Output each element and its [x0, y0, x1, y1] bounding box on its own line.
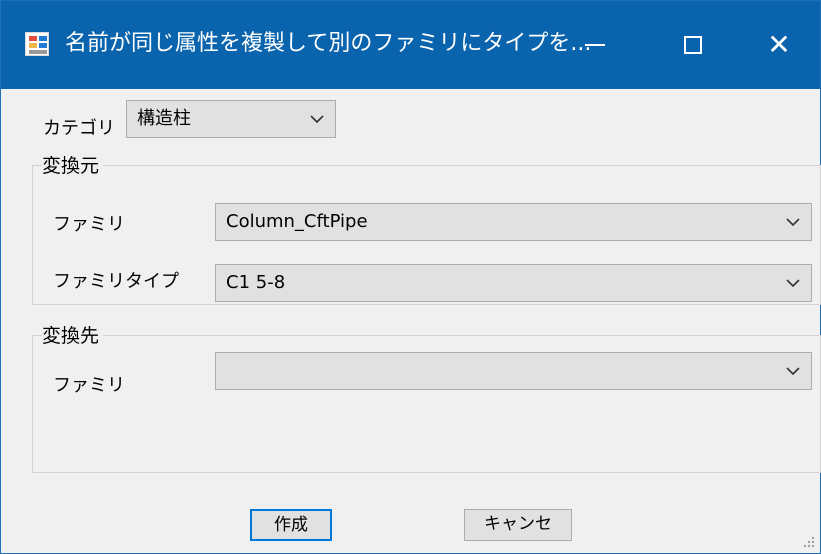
category-label: カテゴリ	[43, 118, 115, 139]
source-family-select[interactable]: Column_CftPipe	[215, 203, 812, 241]
close-icon: ✕	[767, 28, 791, 61]
source-family-select-value: Column_CftPipe	[226, 211, 368, 232]
minimize-button[interactable]	[569, 25, 621, 65]
cancel-button[interactable]: キャンセ	[464, 509, 572, 541]
source-family-label: ファミリ	[53, 214, 125, 235]
category-select-value: 構造柱	[137, 108, 191, 129]
target-family-label: ファミリ	[53, 375, 125, 396]
chevron-down-icon	[786, 367, 800, 376]
source-type-label: ファミリタイプ	[53, 271, 179, 292]
source-type-select-value: C1 5-8	[226, 272, 286, 293]
source-type-select[interactable]: C1 5-8	[215, 264, 812, 302]
chevron-down-icon	[786, 218, 800, 227]
maximize-icon	[684, 36, 702, 54]
maximize-button[interactable]	[667, 25, 719, 65]
chevron-down-icon	[310, 115, 324, 124]
chevron-down-icon	[786, 279, 800, 288]
target-family-select[interactable]	[215, 352, 812, 390]
close-button[interactable]: ✕	[753, 25, 805, 65]
resize-grip-icon[interactable]	[800, 533, 816, 549]
source-group-title: 変換元	[42, 151, 104, 178]
minimize-icon	[585, 44, 605, 46]
dialog-window: 名前が同じ属性を複製して別のファミリにタイプを... ✕ カテゴリ 構造柱 変換…	[0, 0, 821, 554]
app-icon	[25, 32, 49, 56]
title-bar[interactable]: 名前が同じ属性を複製して別のファミリにタイプを... ✕	[1, 1, 820, 89]
category-select[interactable]: 構造柱	[126, 100, 336, 138]
target-group-title: 変換先	[42, 321, 104, 348]
window-title: 名前が同じ属性を複製して別のファミリにタイプを...	[65, 31, 592, 56]
create-button[interactable]: 作成	[250, 509, 332, 541]
